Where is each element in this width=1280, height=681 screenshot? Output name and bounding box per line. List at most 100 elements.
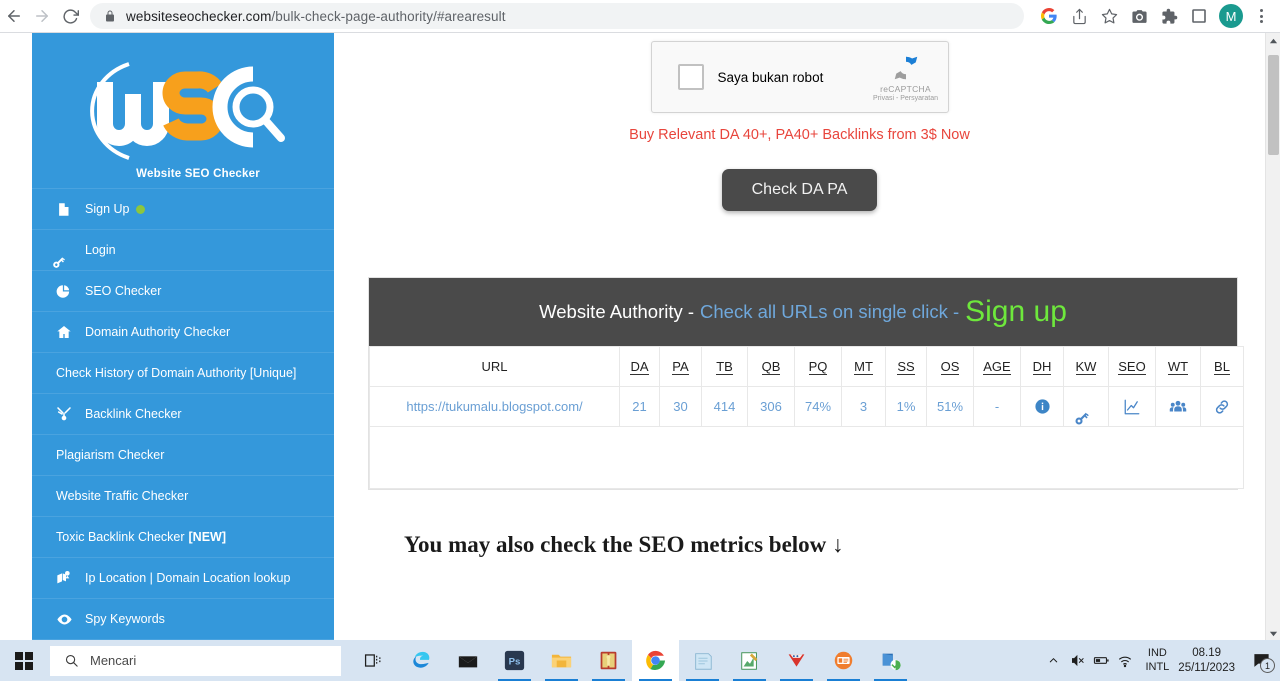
extensions-puzzle-icon[interactable] — [1154, 2, 1184, 30]
people-group-icon[interactable] — [1156, 388, 1200, 426]
site-logo[interactable]: Website SEO Checker — [32, 33, 334, 188]
url-path: /bulk-check-page-authority/#arearesult — [271, 8, 506, 24]
sidebar-item-spy-keywords[interactable]: Spy Keywords — [32, 599, 334, 640]
column-header-dh[interactable]: DH — [1020, 346, 1064, 387]
taskbar-search-input[interactable]: Mencari — [50, 645, 341, 676]
scroll-up-arrow-icon[interactable] — [1266, 33, 1280, 49]
sidebar-item-seo-checker[interactable]: SEO Checker — [32, 271, 334, 312]
blue-green-app-icon[interactable] — [867, 640, 914, 681]
clock[interactable]: 08.19 25/11/2023 — [1178, 646, 1235, 675]
chrome-menu-button[interactable] — [1248, 2, 1274, 30]
info-icon[interactable] — [1021, 388, 1063, 426]
results-table-head: URL DA PA TB QB PQ MT SS OS AGE DH KW SE… — [369, 346, 1244, 387]
column-header-ss[interactable]: SS — [885, 346, 927, 387]
notepad-icon[interactable] — [679, 640, 726, 681]
sidebar-item-label: Website Traffic Checker — [56, 489, 189, 503]
scroll-down-arrow-icon[interactable] — [1266, 625, 1280, 641]
sidebar-item-domain-authority-checker[interactable]: Domain Authority Checker — [32, 312, 334, 353]
column-header-age[interactable]: AGE — [973, 346, 1021, 387]
scrollbar-thumb[interactable] — [1268, 55, 1279, 155]
photoshop-icon[interactable]: Ps — [491, 640, 538, 681]
volume-muted-icon[interactable] — [1065, 640, 1089, 681]
winrar-icon[interactable] — [585, 640, 632, 681]
editor-icon[interactable] — [726, 640, 773, 681]
sidebar-item-ip-location[interactable]: Ip Location | Domain Location lookup — [32, 558, 334, 599]
profile-avatar[interactable]: M — [1219, 4, 1243, 28]
sidebar-item-label: Sign Up — [85, 202, 130, 216]
recaptcha-branding: reCAPTCHA Privasi - Persyaratan — [870, 53, 948, 102]
windows-taskbar: Mencari Ps IND INTL 08.19 25/11/2023 1 — [0, 640, 1280, 681]
address-bar[interactable]: websiteseochecker.com/bulk-check-page-au… — [90, 3, 1024, 29]
sidebar-item-plagiarism-checker[interactable]: Plagiarism Checker — [32, 435, 334, 476]
reload-button[interactable] — [56, 2, 84, 30]
sidebar-item-toxic-backlink-checker[interactable]: Toxic Backlink Checker [NEW] — [32, 517, 334, 558]
recaptcha-terms[interactable]: Privasi - Persyaratan — [870, 95, 942, 102]
sidebar-item-sign-up[interactable]: Sign Up — [32, 189, 334, 230]
line-chart-icon[interactable] — [1109, 388, 1155, 426]
column-header-kw[interactable]: KW — [1063, 346, 1109, 387]
share-icon[interactable] — [1064, 2, 1094, 30]
banner-subtitle[interactable]: Check all URLs on single click - — [700, 301, 959, 323]
sidebar-item-check-history-domain-authority[interactable]: Check History of Domain Authority [Uniqu… — [32, 353, 334, 394]
column-header-tb[interactable]: TB — [701, 346, 748, 387]
page-scrollbar[interactable] — [1265, 33, 1280, 641]
column-header-os[interactable]: OS — [926, 346, 974, 387]
language-indicator[interactable]: IND INTL — [1145, 647, 1169, 675]
bookmark-star-icon[interactable] — [1094, 2, 1124, 30]
column-header-qb[interactable]: QB — [747, 346, 795, 387]
new-badge: [NEW] — [188, 530, 227, 544]
task-view-icon[interactable] — [350, 640, 397, 681]
file-explorer-icon[interactable] — [538, 640, 585, 681]
captcha-area: Saya bukan robot reCAPTCHA Privasi - Per… — [334, 33, 1265, 113]
sidebar-item-label: Login — [85, 243, 116, 257]
sidebar-item-login[interactable]: Login — [32, 230, 334, 271]
cell-kw[interactable] — [1063, 386, 1109, 427]
mail-icon[interactable] — [444, 640, 491, 681]
recaptcha-brand-text: reCAPTCHA — [880, 83, 931, 94]
recaptcha-widget[interactable]: Saya bukan robot reCAPTCHA Privasi - Per… — [650, 41, 949, 113]
side-panel-icon[interactable] — [1184, 2, 1214, 30]
tray-expand-chevron-icon[interactable] — [1041, 640, 1065, 681]
promo-text[interactable]: Buy Relevant DA 40+, PA40+ Backlinks fro… — [334, 127, 1265, 143]
column-header-seo[interactable]: SEO — [1108, 346, 1156, 387]
wifi-icon[interactable] — [1113, 640, 1137, 681]
battery-icon[interactable] — [1089, 640, 1113, 681]
google-icon[interactable] — [1034, 2, 1064, 30]
cell-bl[interactable] — [1200, 386, 1244, 427]
sidebar-item-label: SEO Checker — [85, 284, 162, 298]
check-da-pa-button[interactable]: Check DA PA — [721, 169, 878, 211]
cell-pq: 74% — [794, 386, 842, 427]
sidebar-item-website-traffic-checker[interactable]: Website Traffic Checker — [32, 476, 334, 517]
key-icon[interactable] — [1064, 388, 1108, 426]
back-button[interactable] — [0, 2, 28, 30]
cell-wt[interactable] — [1155, 386, 1201, 427]
screenshot-camera-icon[interactable] — [1124, 2, 1154, 30]
sidebar-item-backlink-checker[interactable]: Backlink Checker — [32, 394, 334, 435]
language-line-1: IND — [1147, 646, 1167, 659]
column-header-pq[interactable]: PQ — [794, 346, 842, 387]
red-app-icon[interactable] — [773, 640, 820, 681]
column-header-url[interactable]: URL — [369, 346, 620, 387]
forward-button[interactable] — [28, 2, 56, 30]
cell-seo[interactable] — [1108, 386, 1156, 427]
banner-signup-link[interactable]: Sign up — [965, 295, 1067, 329]
cta-area: Check DA PA — [334, 169, 1265, 211]
wsc-logo-icon — [90, 61, 285, 160]
cell-age: - — [973, 386, 1021, 427]
result-url-link[interactable]: https://tukumalu.blogspot.com/ — [406, 399, 582, 414]
cell-dh[interactable] — [1020, 386, 1064, 427]
orange-app-icon[interactable] — [820, 640, 867, 681]
link-chain-icon[interactable] — [1201, 388, 1243, 426]
column-header-wt[interactable]: WT — [1155, 346, 1201, 387]
cell-tb: 414 — [701, 386, 748, 427]
recaptcha-checkbox[interactable] — [677, 64, 704, 90]
start-button[interactable] — [0, 640, 47, 681]
chrome-icon[interactable] — [632, 640, 679, 681]
column-header-da[interactable]: DA — [619, 346, 660, 387]
notification-center-button[interactable]: 1 — [1246, 640, 1276, 681]
column-header-mt[interactable]: MT — [841, 346, 886, 387]
search-placeholder-text: Mencari — [90, 653, 137, 668]
edge-icon[interactable] — [397, 640, 444, 681]
column-header-bl[interactable]: BL — [1200, 346, 1244, 387]
column-header-pa[interactable]: PA — [659, 346, 702, 387]
